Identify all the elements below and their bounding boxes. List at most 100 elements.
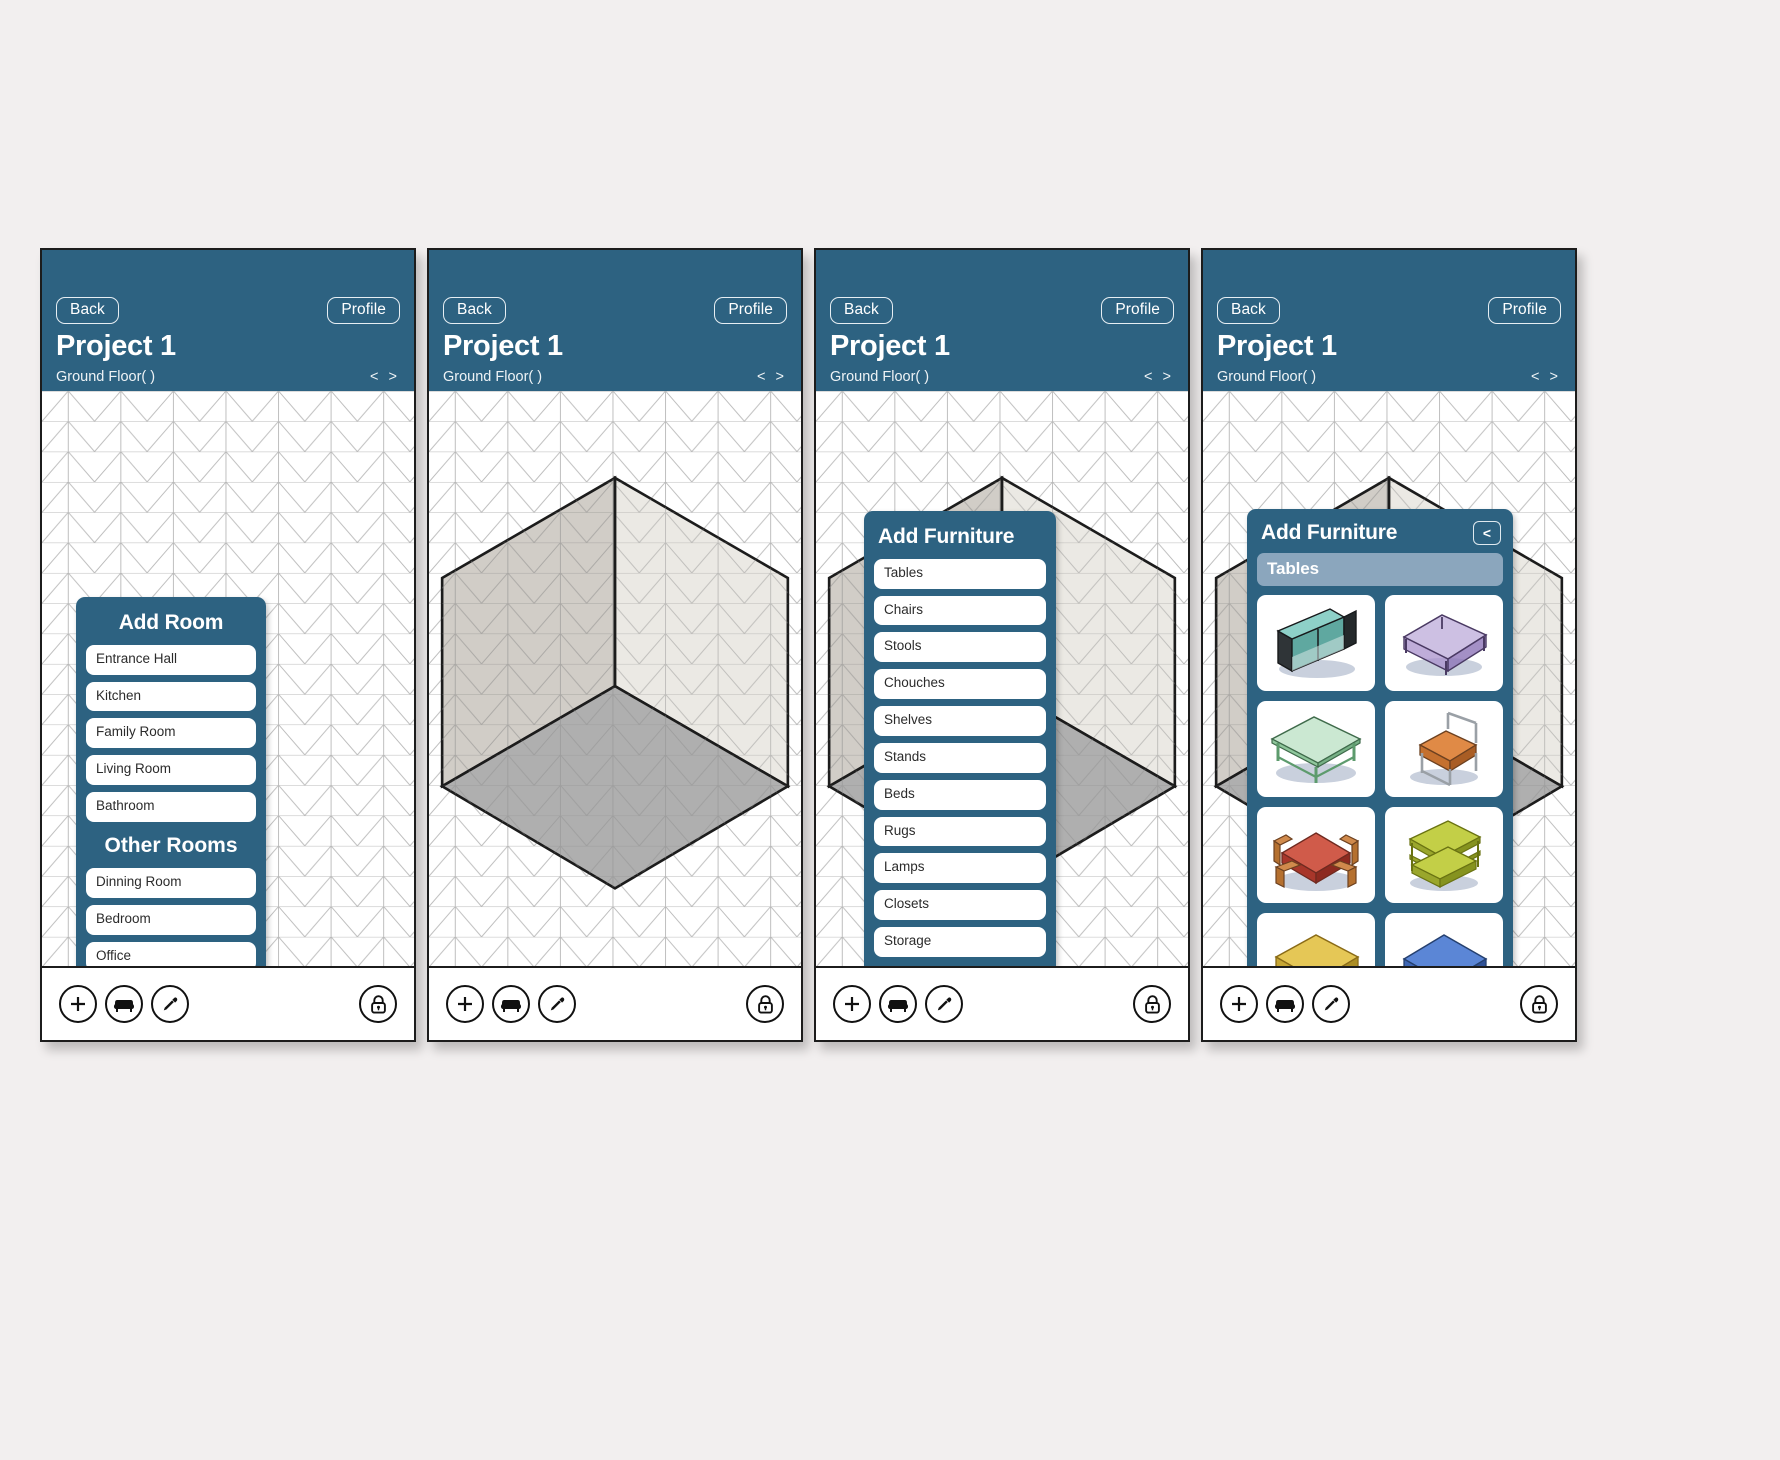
- furniture-gallery-panel[interactable]: Add Furniture < Tables: [1247, 508, 1513, 966]
- furniture-category-list: Tables Chairs Stools Chouches Shelves St…: [874, 558, 1046, 957]
- back-button[interactable]: Back: [56, 297, 119, 325]
- eyedropper-icon[interactable]: [925, 985, 963, 1023]
- glass-table-purple-icon: [1402, 613, 1488, 676]
- floor-label: Ground Floor( ): [56, 368, 156, 385]
- furniture-category[interactable]: Stands: [874, 742, 1046, 773]
- page-title: Project 1: [1217, 330, 1337, 363]
- gallery-header: Add Furniture <: [1257, 518, 1503, 553]
- furniture-item[interactable]: [1257, 700, 1375, 797]
- isometric-room-scene[interactable]: [429, 390, 801, 966]
- furniture-category[interactable]: Closets: [874, 890, 1046, 921]
- plus-icon[interactable]: [833, 985, 871, 1023]
- toolbar-tools: [446, 985, 576, 1023]
- lock-icon[interactable]: [746, 985, 784, 1023]
- floor-label: Ground Floor( ): [830, 368, 930, 385]
- floor-label: Ground Floor( ): [1217, 368, 1317, 385]
- lock-icon[interactable]: [1133, 985, 1171, 1023]
- bottom-toolbar: [42, 966, 414, 1040]
- eyedropper-icon[interactable]: [1312, 985, 1350, 1023]
- sofa-icon[interactable]: [1266, 985, 1304, 1023]
- add-furniture-title: Add Furniture: [1261, 520, 1398, 544]
- furniture-category[interactable]: Tables: [874, 558, 1046, 589]
- floor-nav-arrows[interactable]: < >: [757, 369, 787, 385]
- floor-selector-row: Ground Floor( ) < >: [830, 369, 1174, 385]
- app-header: Back Profile Project 1 Ground Floor( ) <…: [816, 250, 1188, 391]
- furniture-category[interactable]: Stools: [874, 632, 1046, 663]
- design-canvas[interactable]: Add Furniture Tables Chairs Stools Chouc…: [816, 390, 1188, 966]
- add-furniture-title: Add Furniture: [878, 524, 1015, 548]
- bottom-toolbar: [816, 966, 1188, 1040]
- furniture-category[interactable]: Lamps: [874, 853, 1046, 884]
- furniture-item[interactable]: [1385, 594, 1503, 691]
- eyedropper-icon[interactable]: [538, 985, 576, 1023]
- furniture-item[interactable]: [1257, 912, 1375, 966]
- back-button[interactable]: Back: [1217, 297, 1280, 325]
- profile-button[interactable]: Profile: [714, 297, 787, 325]
- console-cabinet-icon: [1276, 607, 1357, 678]
- room-option[interactable]: Bedroom: [86, 904, 256, 935]
- furniture-category[interactable]: Rugs: [874, 816, 1046, 847]
- sofa-icon[interactable]: [879, 985, 917, 1023]
- lock-icon[interactable]: [1520, 985, 1558, 1023]
- room-option[interactable]: Office: [86, 941, 256, 966]
- design-canvas[interactable]: Add Room Entrance Hall Kitchen Family Ro…: [42, 390, 414, 966]
- plus-icon[interactable]: [1220, 985, 1258, 1023]
- screen-room-view: Back Profile Project 1 Ground Floor( ) <…: [427, 248, 803, 1042]
- room-option[interactable]: Dinning Room: [86, 867, 256, 898]
- back-button[interactable]: Back: [830, 297, 893, 325]
- profile-button[interactable]: Profile: [1101, 297, 1174, 325]
- floor-nav-arrows[interactable]: < >: [1144, 369, 1174, 385]
- profile-button[interactable]: Profile: [1488, 297, 1561, 325]
- plus-icon[interactable]: [59, 985, 97, 1023]
- page-title: Project 1: [56, 330, 176, 363]
- room-option[interactable]: Family Room: [86, 718, 256, 749]
- profile-button[interactable]: Profile: [327, 297, 400, 325]
- floor-nav-arrows[interactable]: < >: [370, 369, 400, 385]
- room-option[interactable]: Kitchen: [86, 681, 256, 712]
- page-title: Project 1: [830, 330, 950, 363]
- furniture-category[interactable]: Beds: [874, 779, 1046, 810]
- glass-top-table-green-icon: [1270, 715, 1362, 783]
- floor-selector-row: Ground Floor( ) < >: [443, 369, 787, 385]
- add-room-title: Add Room: [118, 610, 224, 634]
- header-top-row: Back Profile: [56, 250, 400, 325]
- furniture-item[interactable]: [1385, 806, 1503, 903]
- sofa-icon[interactable]: [492, 985, 530, 1023]
- furniture-item[interactable]: [1257, 594, 1375, 691]
- furniture-category[interactable]: Chairs: [874, 595, 1046, 626]
- bottom-toolbar: [1203, 966, 1575, 1040]
- room-option[interactable]: Living Room: [86, 755, 256, 786]
- app-header: Back Profile Project 1 Ground Floor( ) <…: [429, 250, 801, 391]
- lock-icon[interactable]: [359, 985, 397, 1023]
- plus-icon[interactable]: [446, 985, 484, 1023]
- screen-add-furniture-categories: Back Profile Project 1 Ground Floor( ) <…: [814, 248, 1190, 1042]
- furniture-category[interactable]: Chouches: [874, 669, 1046, 700]
- gallery-back-button[interactable]: <: [1473, 520, 1501, 545]
- design-canvas[interactable]: Add Furniture < Tables: [1203, 390, 1575, 966]
- sofa-icon[interactable]: [105, 985, 143, 1023]
- furniture-item[interactable]: [1385, 912, 1503, 966]
- dining-set-red-icon: [1272, 831, 1360, 891]
- header-top-row: Back Profile: [1217, 250, 1561, 325]
- app-header: Back Profile Project 1 Ground Floor( ) <…: [42, 250, 414, 391]
- table-yellow-icon: [1274, 933, 1360, 966]
- selected-category-label: Tables: [1257, 552, 1503, 586]
- back-button[interactable]: Back: [443, 297, 506, 325]
- screen-gallery: Back Profile Project 1 Ground Floor( ) <…: [40, 248, 1577, 1042]
- floor-nav-arrows[interactable]: < >: [1531, 369, 1561, 385]
- design-canvas[interactable]: [429, 390, 801, 966]
- floor-selector-row: Ground Floor( ) < >: [1217, 369, 1561, 385]
- add-room-panel[interactable]: Add Room Entrance Hall Kitchen Family Ro…: [76, 596, 266, 966]
- app-header: Back Profile Project 1 Ground Floor( ) <…: [1203, 250, 1575, 391]
- page-title: Project 1: [443, 330, 563, 363]
- furniture-category[interactable]: Shelves: [874, 706, 1046, 736]
- furniture-item[interactable]: [1385, 700, 1503, 797]
- room-option[interactable]: Entrance Hall: [86, 644, 256, 675]
- add-furniture-panel[interactable]: Add Furniture Tables Chairs Stools Chouc…: [864, 510, 1056, 966]
- furniture-item[interactable]: [1257, 806, 1375, 903]
- header-top-row: Back Profile: [443, 250, 787, 325]
- furniture-item-grid: [1257, 594, 1503, 966]
- eyedropper-icon[interactable]: [151, 985, 189, 1023]
- furniture-category[interactable]: Storage: [874, 927, 1046, 957]
- room-option[interactable]: Bathroom: [86, 792, 256, 822]
